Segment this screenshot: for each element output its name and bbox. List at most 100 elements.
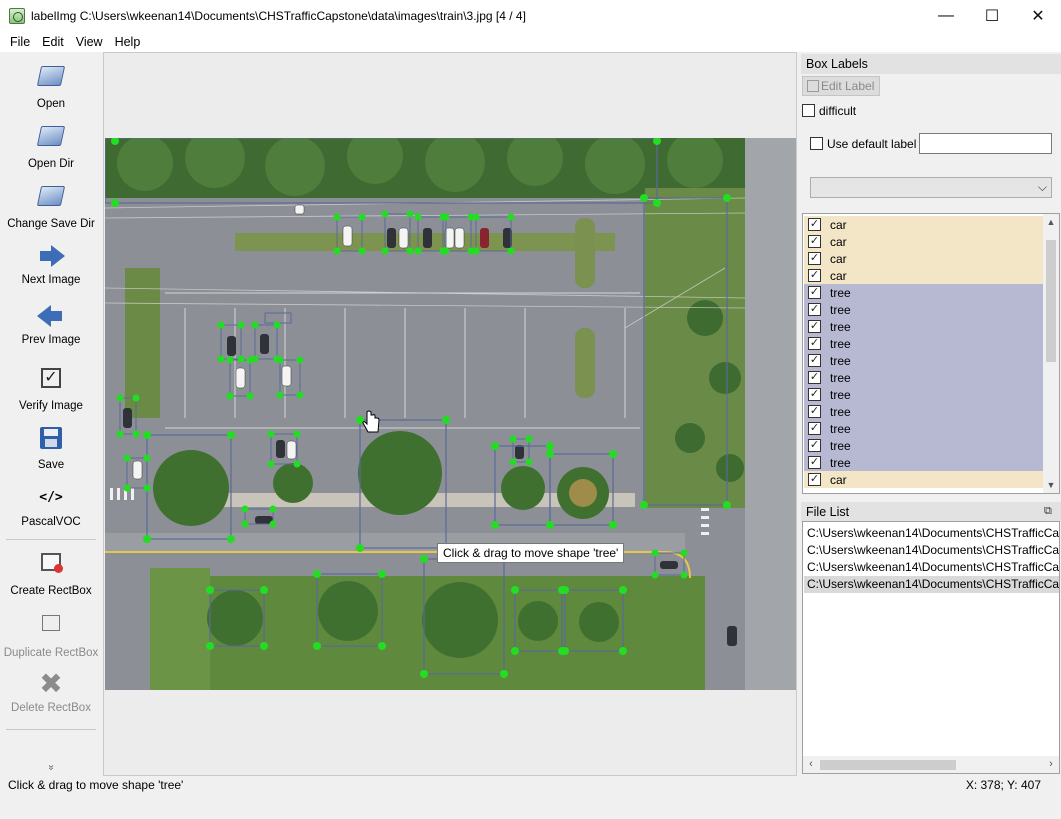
label-text: car: [830, 217, 847, 232]
next-image-button[interactable]: Next Image: [0, 242, 102, 286]
label-text: tree: [830, 353, 851, 368]
label-visibility-checkbox[interactable]: ✓: [808, 303, 821, 316]
label-visibility-checkbox[interactable]: ✓: [808, 354, 821, 367]
label-visibility-checkbox[interactable]: ✓: [808, 218, 821, 231]
label-visibility-checkbox[interactable]: ✓: [808, 286, 821, 299]
label-visibility-checkbox[interactable]: ✓: [808, 422, 821, 435]
minimize-button[interactable]: —: [923, 0, 969, 31]
label-list-item[interactable]: ✓ tree: [804, 352, 1045, 369]
label-list-item[interactable]: ✓ tree: [804, 437, 1045, 454]
open-dir-button[interactable]: Open Dir: [0, 122, 102, 170]
default-label-input[interactable]: [919, 133, 1052, 154]
label-list-item[interactable]: ✓ tree: [804, 386, 1045, 403]
menu-help[interactable]: Help: [109, 35, 147, 49]
create-rectbox-button[interactable]: Create RectBox: [0, 549, 102, 597]
annotated-image: [105, 138, 796, 690]
label-list-item[interactable]: ✓ tree: [804, 369, 1045, 386]
file-list-item[interactable]: C:\Users\wkeenan14\Documents\CHSTrafficC…: [804, 559, 1059, 576]
left-toolbar: Open Open Dir Change Save Dir Next Image…: [0, 52, 102, 776]
chevron-down-icon: ⌵: [1037, 180, 1047, 194]
difficult-checkbox[interactable]: [802, 104, 815, 117]
menu-edit[interactable]: Edit: [36, 35, 70, 49]
use-default-label-checkbox[interactable]: [810, 137, 823, 150]
rectangle-draw-icon: [37, 553, 65, 581]
label-visibility-checkbox[interactable]: ✓: [808, 252, 821, 265]
undock-icon[interactable]: ⧉: [1044, 505, 1052, 518]
menu-view[interactable]: View: [70, 35, 109, 49]
label-visibility-checkbox[interactable]: ✓: [808, 405, 821, 418]
duplicate-rectbox-button[interactable]: Duplicate RectBox: [0, 610, 102, 659]
label-text: tree: [830, 285, 851, 300]
label-visibility-checkbox[interactable]: ✓: [808, 439, 821, 452]
label-list-item[interactable]: ✓ car: [804, 233, 1045, 250]
label-text: car: [830, 251, 847, 266]
label-list-item[interactable]: ✓ car: [804, 216, 1045, 233]
save-button[interactable]: Save: [0, 424, 102, 471]
label-text: tree: [830, 319, 851, 334]
menu-file[interactable]: File: [4, 35, 36, 49]
arrow-right-icon: [37, 242, 65, 270]
status-message: Click & drag to move shape 'tree': [8, 778, 184, 792]
label-visibility-checkbox[interactable]: ✓: [808, 456, 821, 469]
box-label-list[interactable]: ✓ car ✓ car ✓ car ✓ car ✓ tree ✓ tree ✓ tree ✓ tree ✓ tre…: [802, 213, 1060, 494]
label-visibility-checkbox[interactable]: ✓: [808, 320, 821, 333]
label-text: tree: [830, 302, 851, 317]
toolbar-extension-icon[interactable]: »: [46, 717, 57, 819]
label-list-item[interactable]: ✓ tree: [804, 403, 1045, 420]
file-list-item[interactable]: C:\Users\wkeenan14\Documents\CHSTrafficC…: [804, 576, 1059, 593]
file-list-item[interactable]: C:\Users\wkeenan14\Documents\CHSTrafficC…: [804, 525, 1059, 542]
label-text: tree: [830, 336, 851, 351]
file-list[interactable]: C:\Users\wkeenan14\Documents\CHSTrafficC…: [802, 521, 1060, 774]
label-list-item[interactable]: ✓ tree: [804, 420, 1045, 437]
difficult-label: difficult: [819, 104, 857, 118]
scroll-up-icon[interactable]: ▲: [1043, 214, 1059, 230]
scroll-down-icon[interactable]: ▼: [1043, 477, 1059, 493]
label-list-item[interactable]: ✓ tree: [804, 454, 1045, 471]
label-visibility-checkbox[interactable]: ✓: [808, 235, 821, 248]
window-title: labelImg C:\Users\wkeenan14\Documents\CH…: [31, 8, 526, 23]
label-list-scrollbar[interactable]: ▲ ▼: [1043, 214, 1059, 493]
aerial-parking-lot-image[interactable]: [105, 138, 796, 690]
label-list-item[interactable]: ✓ tree: [804, 284, 1045, 301]
label-visibility-checkbox[interactable]: ✓: [808, 269, 821, 282]
scroll-right-icon[interactable]: ›: [1043, 756, 1059, 773]
image-canvas[interactable]: Click & drag to move shape 'tree': [103, 52, 797, 776]
status-bar: Click & drag to move shape 'tree' X: 378…: [0, 776, 1061, 794]
edit-label-button[interactable]: Edit Label: [802, 76, 880, 96]
label-list-item[interactable]: ✓ car: [804, 267, 1045, 284]
label-list-item[interactable]: ✓ tree: [804, 335, 1045, 352]
folder-icon: [36, 126, 66, 154]
maximize-button[interactable]: ☐: [969, 0, 1015, 31]
close-button[interactable]: ✕: [1015, 0, 1061, 31]
checkbox-icon: ✓: [37, 368, 65, 396]
file-list-item[interactable]: C:\Users\wkeenan14\Documents\CHSTrafficC…: [804, 542, 1059, 559]
label-list-item[interactable]: ✓ tree: [804, 301, 1045, 318]
verify-image-button[interactable]: ✓ Verify Image: [0, 364, 102, 412]
prev-image-button[interactable]: Prev Image: [0, 302, 102, 346]
format-pascalvoc-button[interactable]: </> PascalVOC: [0, 484, 102, 528]
scroll-thumb[interactable]: [1046, 240, 1056, 362]
file-list-hscrollbar[interactable]: ‹ ›: [803, 756, 1059, 773]
menu-bar: File Edit View Help: [0, 31, 1061, 52]
cursor-coordinates: X: 378; Y: 407: [965, 778, 1041, 792]
label-visibility-checkbox[interactable]: ✓: [808, 337, 821, 350]
label-text: tree: [830, 404, 851, 419]
delete-rectbox-button[interactable]: ✖ Delete RectBox: [0, 670, 102, 715]
label-list-item[interactable]: ✓ car: [804, 471, 1045, 488]
label-list-item[interactable]: ✓ car: [804, 250, 1045, 267]
open-button[interactable]: Open: [0, 62, 102, 110]
folder-save-icon: [36, 186, 66, 214]
change-save-dir-button[interactable]: Change Save Dir: [0, 182, 102, 230]
label-text: tree: [830, 370, 851, 385]
scroll-left-icon[interactable]: ‹: [803, 756, 819, 773]
label-list-item[interactable]: ✓ tree: [804, 318, 1045, 335]
arrow-left-icon: [37, 302, 65, 330]
shape-tooltip: Click & drag to move shape 'tree': [437, 543, 625, 563]
label-text: car: [830, 268, 847, 283]
label-combo-box[interactable]: ⌵: [810, 177, 1052, 198]
label-visibility-checkbox[interactable]: ✓: [808, 388, 821, 401]
hscroll-thumb[interactable]: [820, 760, 956, 770]
label-visibility-checkbox[interactable]: ✓: [808, 473, 821, 486]
label-visibility-checkbox[interactable]: ✓: [808, 371, 821, 384]
floppy-disk-icon: [37, 427, 65, 455]
